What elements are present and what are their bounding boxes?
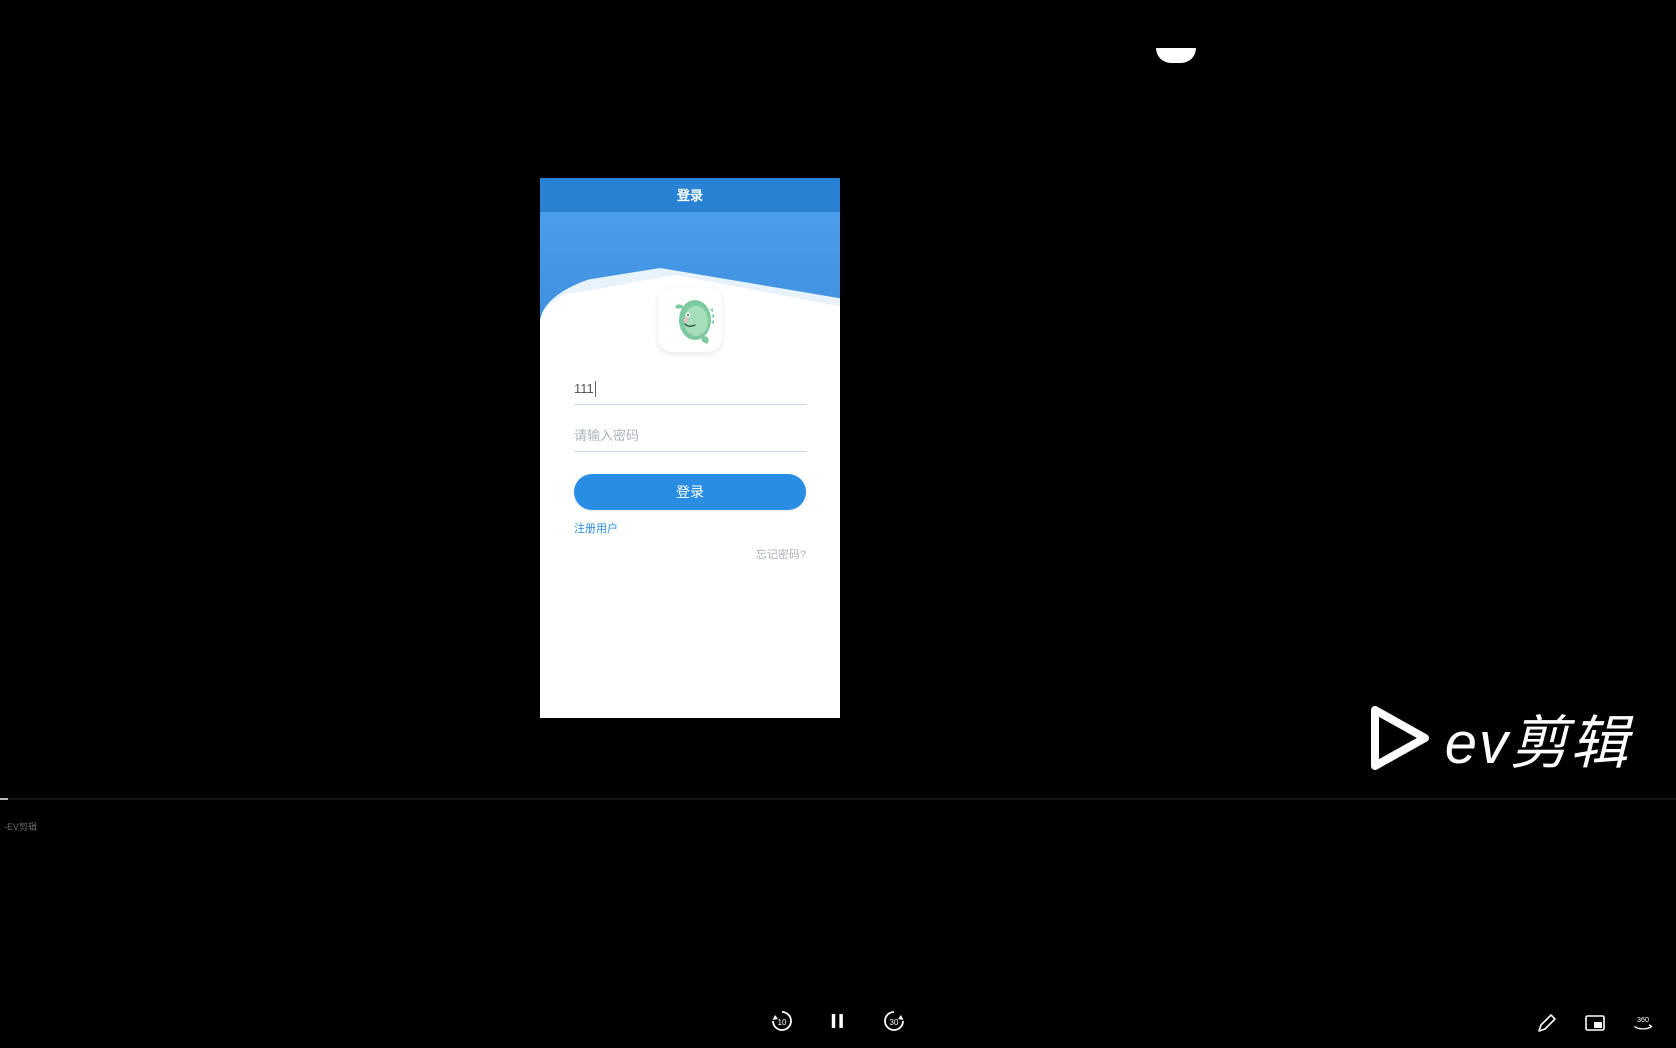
pause-button[interactable] [825, 1008, 851, 1034]
username-field-row[interactable]: 111 [574, 372, 806, 405]
video-progress-bar[interactable] [0, 798, 1676, 800]
login-title: 登录 [677, 185, 703, 204]
vr-360-icon[interactable]: 360 [1632, 1012, 1654, 1034]
video-progress-played [0, 798, 8, 800]
login-button[interactable]: 登录 [574, 474, 806, 510]
login-form: 111 登录 注册用户 忘记密码? [540, 322, 840, 562]
text-cursor [595, 381, 596, 397]
skip-back-button[interactable]: 10 [769, 1008, 795, 1034]
ev-watermark: ev剪辑 [1367, 696, 1630, 780]
skip-forward-button[interactable]: 30 [881, 1008, 907, 1034]
forgot-password-link[interactable]: 忘记密码? [574, 546, 806, 562]
bottom-area: -EV剪辑 10 30 [0, 798, 1676, 1048]
partial-arc-decoration [1156, 48, 1196, 63]
login-header [540, 212, 840, 322]
login-title-bar: 登录 [540, 178, 840, 212]
miniplayer-icon[interactable] [1584, 1012, 1606, 1034]
avatar [658, 288, 722, 352]
login-screen: 登录 111 [540, 178, 840, 718]
dino-avatar-icon [665, 294, 715, 346]
watermark-text: ev剪辑 [1445, 696, 1630, 780]
register-link[interactable]: 注册用户 [574, 523, 618, 535]
svg-text:360: 360 [1637, 1015, 1649, 1024]
password-input[interactable] [574, 428, 806, 443]
svg-text:30: 30 [890, 1018, 899, 1027]
tiny-source-label: -EV剪辑 [4, 820, 37, 833]
play-triangle-icon [1367, 706, 1431, 770]
password-field-row[interactable] [574, 419, 806, 452]
sub-links: 注册用户 忘记密码? [574, 510, 806, 562]
edit-icon[interactable] [1536, 1012, 1558, 1034]
username-value: 111 [574, 381, 594, 396]
svg-text:10: 10 [778, 1018, 787, 1027]
player-center-controls: 10 30 [769, 1008, 907, 1034]
player-right-controls: 360 [1536, 1012, 1654, 1034]
